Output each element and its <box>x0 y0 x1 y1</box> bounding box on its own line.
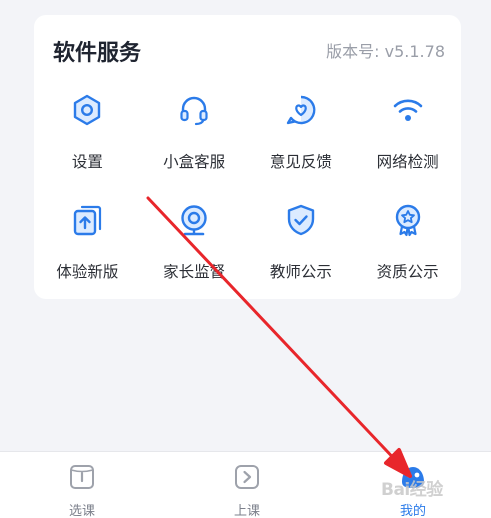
play-icon <box>235 465 259 489</box>
service-qualification-disclosure[interactable]: 资质公示 <box>354 200 461 282</box>
service-label: 网络检测 <box>376 153 439 171</box>
tab-select-course[interactable]: 选课 <box>22 452 142 518</box>
service-try-new-version[interactable]: 体验新版 <box>34 200 141 282</box>
tab-attend-class[interactable]: 上课 <box>187 452 307 518</box>
wifi-icon <box>393 99 422 121</box>
service-label: 体验新版 <box>56 263 119 281</box>
services-title: 软件服务 <box>53 41 142 66</box>
camera-icon <box>181 205 207 236</box>
service-label: 设置 <box>71 153 103 171</box>
headset-icon <box>180 96 208 126</box>
service-parent-supervision[interactable]: 家长监督 <box>141 200 248 282</box>
book-icon <box>70 465 94 489</box>
service-feedback[interactable]: 意见反馈 <box>248 90 355 172</box>
service-label: 资质公示 <box>376 263 439 281</box>
shield-check-icon <box>287 204 315 236</box>
version-label: 版本号: v5.1.78 <box>326 42 445 61</box>
baidu-watermark: Bai经验 <box>381 480 443 500</box>
service-label: 意见反馈 <box>269 153 332 171</box>
services-grid: 设置 小盒客服 意见反馈 网络检测 体验新版 家长监督 教师公示 资质公示 <box>34 90 461 282</box>
badge-award-icon <box>395 204 420 237</box>
settings-hexagon-icon <box>74 94 101 126</box>
tab-label: 选课 <box>68 504 95 518</box>
service-label: 家长监督 <box>163 263 226 281</box>
service-customer-support[interactable]: 小盒客服 <box>141 90 248 172</box>
service-network-check[interactable]: 网络检测 <box>354 90 461 172</box>
service-teacher-disclosure[interactable]: 教师公示 <box>248 200 355 282</box>
tab-label: 上课 <box>233 504 260 518</box>
service-settings[interactable]: 设置 <box>34 90 141 172</box>
service-label: 小盒客服 <box>163 153 226 171</box>
service-label: 教师公示 <box>269 263 332 281</box>
feedback-heart-icon <box>286 95 316 125</box>
app-screen: 软件服务 版本号: v5.1.78 设置 小盒客服 意见反馈 网络检测 体验新版… <box>0 0 491 518</box>
upgrade-icon <box>74 205 102 236</box>
services-card: 软件服务 版本号: v5.1.78 设置 小盒客服 意见反馈 网络检测 体验新版… <box>34 15 461 299</box>
tab-label: 我的 <box>399 504 426 518</box>
